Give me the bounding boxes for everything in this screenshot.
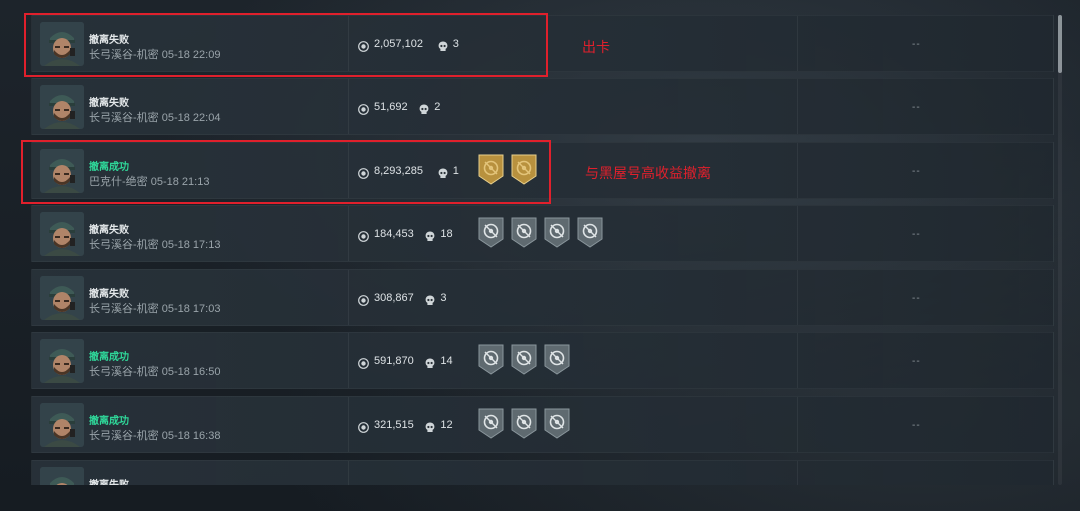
skull-icon	[425, 293, 435, 305]
operator-avatar	[40, 276, 84, 320]
skull-icon	[425, 356, 435, 368]
grey-badge-icon[interactable]	[544, 344, 570, 378]
column-divider	[348, 270, 349, 325]
operator-avatar	[40, 467, 84, 485]
skull-icon	[425, 229, 435, 241]
loot-value: 591,870	[374, 355, 414, 367]
annotation-1: 出卡	[582, 40, 610, 56]
loot-value: 184,453	[374, 228, 414, 240]
loot-value: 321,515	[374, 419, 414, 431]
extra-info: --	[912, 356, 921, 367]
extra-info: --	[912, 420, 921, 431]
map-and-time: 长弓溪谷-机密 05-18 22:04	[89, 112, 221, 124]
column-divider	[797, 397, 798, 452]
extraction-status: 撤离失败	[89, 225, 129, 236]
coin-icon	[358, 102, 369, 115]
map-and-time: 长弓溪谷-机密 05-18 16:50	[89, 366, 221, 378]
match-row[interactable]: 撤离失败长弓溪谷-机密 05-18 22:04 51,692 2 --	[31, 78, 1054, 135]
match-history-list: 撤离失败 长弓溪谷-机密 05-18 22:09 2,057,102 3 -- 撤离失败…	[31, 15, 1054, 485]
map-and-time: 长弓溪谷-机密 05-18 17:13	[89, 239, 221, 251]
extra-info: --	[912, 229, 921, 240]
operator-avatar	[40, 85, 84, 129]
extra-info: --	[912, 102, 921, 113]
highlight-box-1	[24, 13, 548, 77]
column-divider	[797, 143, 798, 198]
grey-badge-icon[interactable]	[478, 344, 504, 378]
coin-icon	[358, 293, 369, 306]
extraction-status: 撤离失败	[89, 476, 129, 485]
extra-info: --	[912, 293, 921, 304]
match-row[interactable]: 撤离成功长弓溪谷-机密 05-18 16:50 591,870 14 --	[31, 332, 1054, 389]
extraction-status: 撤离失败	[89, 289, 129, 300]
scrollbar[interactable]	[1058, 15, 1062, 485]
column-divider	[797, 333, 798, 388]
column-divider	[348, 461, 349, 485]
coin-icon	[358, 229, 369, 242]
extra-info: --	[912, 166, 921, 177]
achievement-badges	[478, 408, 570, 442]
extraction-status: 撤离失败	[89, 98, 129, 109]
grey-badge-icon[interactable]	[511, 217, 537, 251]
column-divider	[797, 270, 798, 325]
extra-info: --	[912, 39, 921, 50]
match-row[interactable]: 撤离失败长弓溪谷-机密 05-18 17:13 184,453 18 --	[31, 205, 1054, 262]
column-divider	[348, 397, 349, 452]
grey-badge-icon[interactable]	[478, 217, 504, 251]
grey-badge-icon[interactable]	[511, 408, 537, 442]
grey-badge-icon[interactable]	[577, 217, 603, 251]
kill-count: 3	[440, 292, 447, 304]
loot-value: 51,692	[374, 101, 408, 113]
grey-badge-icon[interactable]	[478, 408, 504, 442]
extraction-status: 撤离成功	[89, 352, 129, 363]
kill-count: 14	[440, 355, 453, 367]
column-divider	[797, 79, 798, 134]
column-divider	[348, 333, 349, 388]
operator-avatar	[40, 339, 84, 383]
column-divider	[797, 206, 798, 261]
kill-count: 12	[440, 419, 453, 431]
operator-avatar	[40, 212, 84, 256]
column-divider	[797, 461, 798, 485]
column-divider	[348, 79, 349, 134]
kill-count: 18	[440, 228, 453, 240]
grey-badge-icon[interactable]	[544, 408, 570, 442]
annotation-2: 与黑屋号高收益撤离	[585, 166, 711, 182]
highlight-box-2	[21, 140, 551, 204]
match-row[interactable]: 撤离成功长弓溪谷-机密 05-18 16:38 321,515 12 --	[31, 396, 1054, 453]
map-and-time: 长弓溪谷-机密 05-18 17:03	[89, 303, 221, 315]
operator-avatar	[40, 403, 84, 447]
coin-icon	[358, 356, 369, 369]
column-divider	[348, 206, 349, 261]
grey-badge-icon[interactable]	[544, 217, 570, 251]
grey-badge-icon[interactable]	[511, 344, 537, 378]
skull-icon	[425, 420, 435, 432]
loot-value: 308,867	[374, 292, 414, 304]
achievement-badges	[478, 344, 570, 378]
extraction-status: 撤离成功	[89, 416, 129, 427]
column-divider	[797, 16, 798, 71]
kill-count: 2	[434, 101, 441, 113]
map-and-time: 长弓溪谷-机密 05-18 16:38	[89, 430, 221, 442]
coin-icon	[358, 420, 369, 433]
scrollbar-thumb[interactable]	[1058, 15, 1062, 73]
match-row[interactable]: 撤离失败长弓溪谷-机密 05-18 17:03 308,867 3 --	[31, 269, 1054, 326]
skull-icon	[419, 102, 429, 114]
match-row[interactable]: 撤离失败	[31, 460, 1054, 485]
achievement-badges	[478, 217, 603, 251]
